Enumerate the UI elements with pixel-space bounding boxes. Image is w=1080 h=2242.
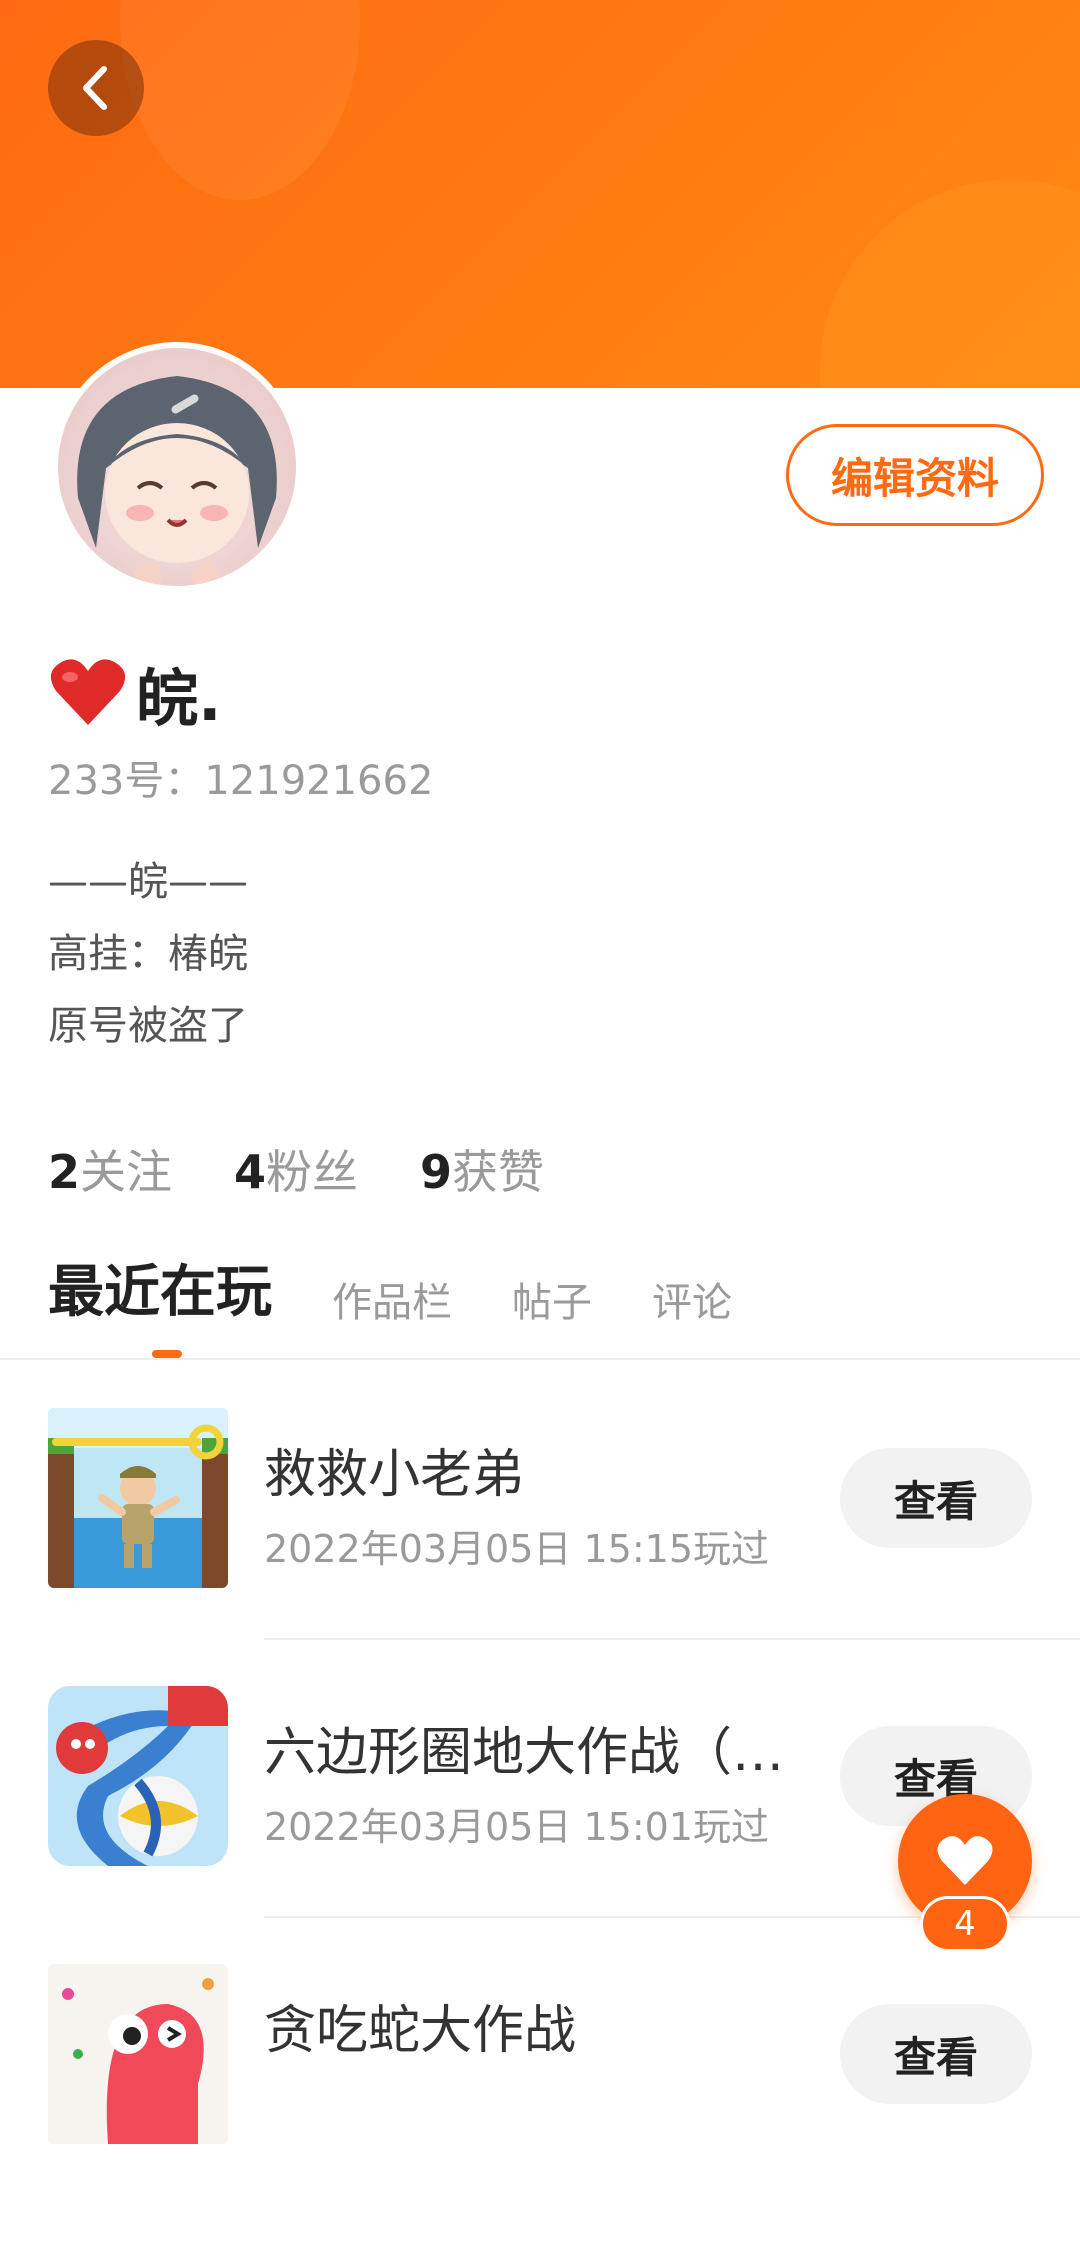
stat-number: 4 xyxy=(234,1145,267,1199)
heart-emoji-icon xyxy=(50,659,126,725)
view-button[interactable]: 查看 xyxy=(840,1448,1032,1548)
game-icon xyxy=(48,1686,228,1866)
like-count-badge: 4 xyxy=(920,1896,1010,1952)
game-icon xyxy=(48,1964,228,2144)
heart-icon xyxy=(937,1836,993,1885)
list-item-game[interactable]: 贪吃蛇大作战 查看 xyxy=(0,1964,1080,2242)
game-title: 救救小老弟 xyxy=(264,1445,525,1505)
list-item-game[interactable]: 救救小老弟 2022年03月05日 15:15玩过 查看 xyxy=(0,1408,1080,1686)
bio-line: ——皖—— xyxy=(48,859,248,905)
banner-decoration xyxy=(820,180,1080,388)
tab-posts[interactable]: 帖子 xyxy=(512,1270,592,1334)
game-icon xyxy=(48,1408,228,1588)
avatar-image xyxy=(77,376,277,586)
bio-line: 原号被盗了 xyxy=(48,1003,248,1049)
stat-label: 粉丝 xyxy=(266,1145,359,1199)
profile-bio: ——皖—— 高挂：椿皖 原号被盗了 xyxy=(48,846,248,1062)
edit-profile-button[interactable]: 编辑资料 xyxy=(786,424,1044,526)
profile-header-banner xyxy=(0,0,1080,388)
game-title: 贪吃蛇大作战 xyxy=(264,2001,577,2061)
divider xyxy=(264,1638,1080,1640)
profile-name: 皖. xyxy=(136,662,222,735)
stat-fans[interactable]: 4 粉丝 xyxy=(234,1136,358,1202)
tab-comments[interactable]: 评论 xyxy=(652,1270,732,1334)
stat-label: 关注 xyxy=(80,1145,173,1199)
bio-line: 高挂：椿皖 xyxy=(48,931,248,977)
divider xyxy=(0,1358,1080,1360)
view-button[interactable]: 查看 xyxy=(840,2004,1032,2104)
banner-decoration xyxy=(120,0,360,200)
chevron-left-icon xyxy=(83,66,107,110)
game-played-time: 2022年03月05日 15:15玩过 xyxy=(264,1527,770,1571)
active-tab-indicator xyxy=(152,1350,182,1358)
back-button[interactable] xyxy=(48,40,144,136)
stat-label: 获赞 xyxy=(452,1145,545,1199)
stat-number: 9 xyxy=(420,1145,453,1199)
stat-following[interactable]: 2 关注 xyxy=(48,1136,172,1202)
stat-likes[interactable]: 9 获赞 xyxy=(420,1136,544,1202)
avatar[interactable] xyxy=(52,342,302,592)
user-id: 233号：121921662 xyxy=(48,758,434,804)
game-title: 六边形圈地大作战（… xyxy=(264,1723,785,1783)
game-played-time: 2022年03月05日 15:01玩过 xyxy=(264,1805,770,1849)
profile-stats: 2 关注 4 粉丝 9 获赞 xyxy=(48,1136,606,1202)
stat-number: 2 xyxy=(48,1145,81,1199)
profile-tabs: 最近在玩 作品栏 帖子 评论 xyxy=(48,1254,792,1334)
tab-works[interactable]: 作品栏 xyxy=(332,1270,452,1334)
tab-recently-played[interactable]: 最近在玩 xyxy=(48,1247,272,1334)
profile-name-row: 皖. xyxy=(48,648,222,738)
